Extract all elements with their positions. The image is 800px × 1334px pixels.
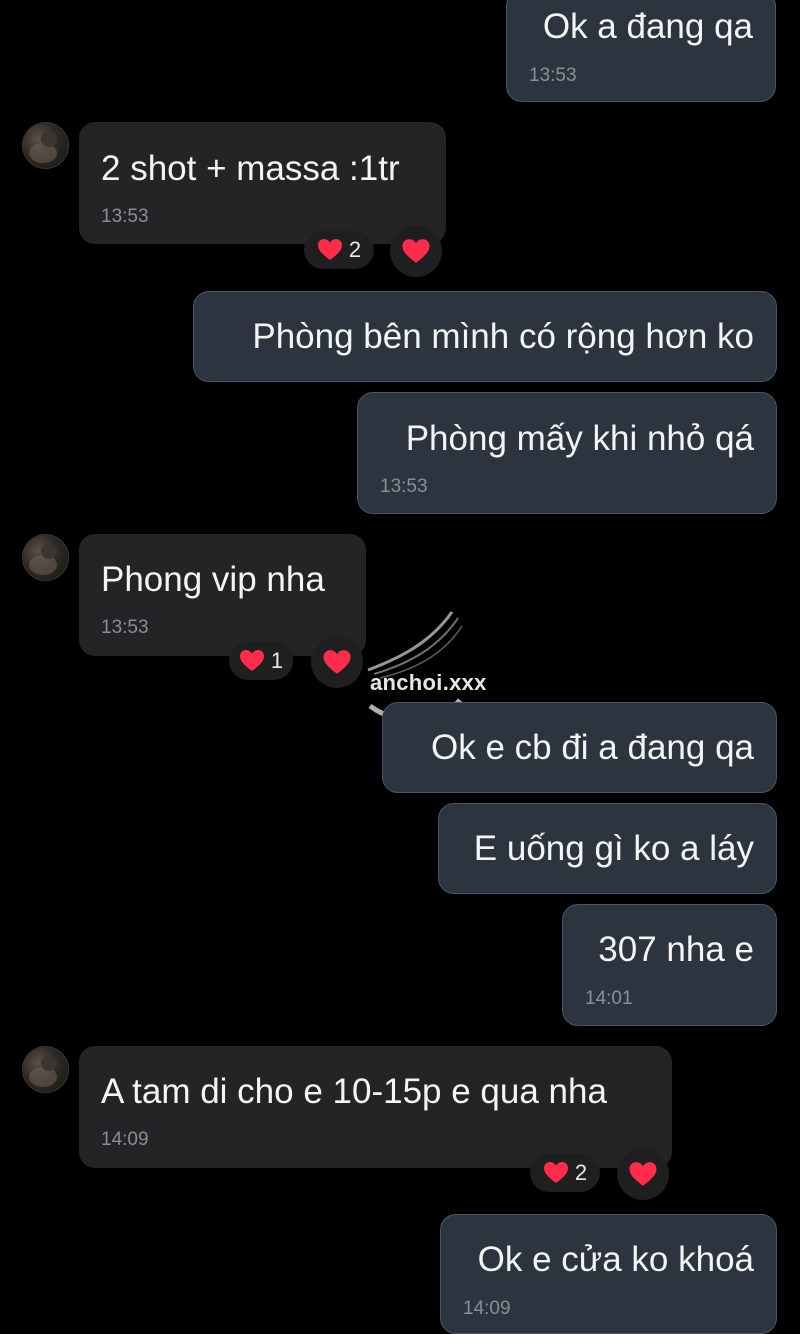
- my-reaction-badge[interactable]: [617, 1148, 669, 1200]
- message-bubble-outgoing[interactable]: Phòng mấy khi nhỏ qá 13:53: [357, 392, 777, 514]
- my-reaction-badge[interactable]: [311, 636, 363, 688]
- reaction-count: 2: [574, 1160, 588, 1185]
- message-bubble-incoming[interactable]: Phong vip nha 13:53: [79, 534, 366, 656]
- message-text: Ok e cửa ko khoá: [477, 1240, 754, 1279]
- message-text: 2 shot + massa :1tr: [101, 149, 400, 188]
- heart-icon: [402, 238, 430, 263]
- heart-icon: [239, 650, 264, 671]
- reaction-count-badge[interactable]: 2: [530, 1154, 600, 1192]
- message-text: E uống gì ko a láy: [473, 829, 754, 868]
- contact-avatar[interactable]: [22, 122, 69, 169]
- message-bubble-outgoing[interactable]: Ok a đang qa 13:53: [506, 0, 776, 102]
- message-timestamp: 13:53: [101, 206, 149, 227]
- message-bubble-outgoing[interactable]: Ok e cửa ko khoá 14:09: [440, 1214, 777, 1334]
- message-bubble-outgoing[interactable]: Ok e cb đi a đang qa: [382, 702, 777, 793]
- message-bubble-incoming[interactable]: A tam di cho e 10-15p e qua nha 14:09: [79, 1046, 672, 1168]
- message-timestamp: 14:09: [101, 1129, 149, 1150]
- heart-icon: [323, 649, 351, 674]
- message-timestamp: 14:01: [585, 988, 633, 1009]
- reaction-count: 2: [348, 237, 362, 262]
- heart-icon: [543, 1162, 568, 1183]
- message-timestamp: 13:53: [529, 65, 577, 86]
- watermark-text: anchoi.xxx: [370, 670, 487, 695]
- message-text: 307 nha e: [598, 930, 754, 969]
- message-bubble-outgoing[interactable]: 307 nha e 14:01: [562, 904, 777, 1026]
- message-bubble-outgoing[interactable]: E uống gì ko a láy: [438, 803, 777, 894]
- message-text: Phòng bên mình có rộng hơn ko: [252, 317, 754, 356]
- message-timestamp: 13:53: [380, 476, 428, 497]
- contact-avatar[interactable]: [22, 534, 69, 581]
- message-text: Ok a đang qa: [542, 7, 753, 46]
- message-text: Ok e cb đi a đang qa: [431, 728, 754, 767]
- message-timestamp: 13:53: [101, 617, 149, 638]
- my-reaction-badge[interactable]: [390, 225, 442, 277]
- heart-icon: [317, 239, 342, 260]
- reaction-count: 1: [270, 648, 284, 673]
- message-text: Phòng mấy khi nhỏ qá: [405, 419, 754, 458]
- reaction-count-badge[interactable]: 1: [229, 642, 293, 680]
- message-bubble-incoming[interactable]: 2 shot + massa :1tr 13:53: [79, 122, 446, 244]
- message-text: A tam di cho e 10-15p e qua nha: [101, 1072, 607, 1111]
- heart-icon: [629, 1161, 657, 1186]
- message-text: Phong vip nha: [101, 560, 325, 599]
- message-timestamp: 14:09: [463, 1298, 511, 1319]
- reaction-count-badge[interactable]: 2: [304, 231, 374, 269]
- message-bubble-outgoing[interactable]: Phòng bên mình có rộng hơn ko: [193, 291, 777, 382]
- contact-avatar[interactable]: [22, 1046, 69, 1093]
